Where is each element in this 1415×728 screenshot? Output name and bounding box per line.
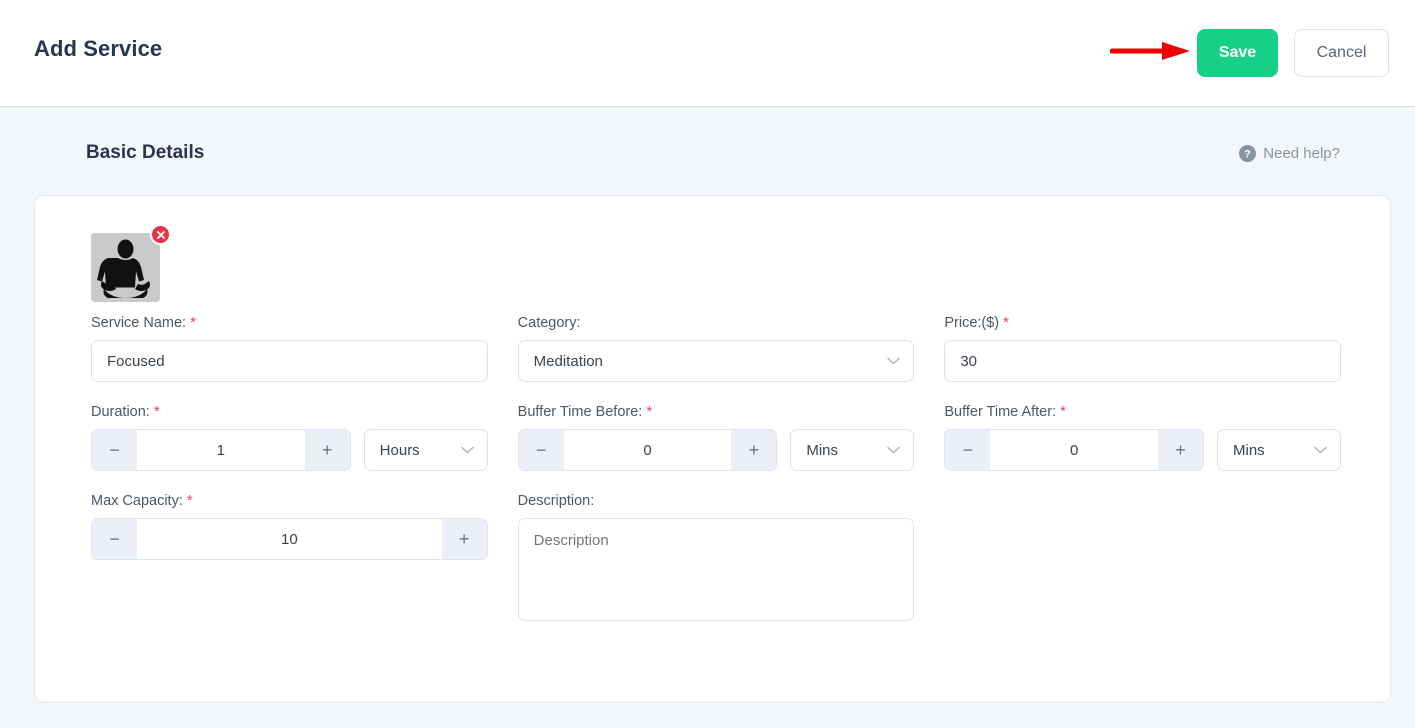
field-duration: Duration: * − 1 + Hours bbox=[91, 403, 488, 471]
duration-decrement-button[interactable]: − bbox=[92, 430, 137, 470]
required-marker: * bbox=[646, 403, 653, 420]
meditation-pose-image bbox=[91, 233, 160, 302]
duration-value[interactable]: 1 bbox=[137, 430, 305, 470]
service-name-input[interactable]: Focused bbox=[91, 340, 488, 382]
duration-controls: − 1 + Hours bbox=[91, 429, 488, 471]
category-label: Category: bbox=[518, 314, 915, 331]
remove-image-button[interactable] bbox=[150, 224, 171, 245]
max-capacity-increment-button[interactable]: + bbox=[441, 519, 487, 559]
save-button[interactable]: Save bbox=[1197, 29, 1278, 77]
required-marker: * bbox=[1003, 314, 1010, 331]
max-capacity-label: Max Capacity: * bbox=[91, 492, 488, 509]
description-textarea[interactable] bbox=[517, 518, 915, 621]
buffer-after-label: Buffer Time After: * bbox=[944, 403, 1341, 420]
max-capacity-stepper: − 10 + bbox=[91, 518, 488, 560]
form-row-3: Max Capacity: * − 10 + Description: bbox=[91, 492, 1341, 626]
buffer-after-label-text: Buffer Time After: bbox=[944, 404, 1057, 420]
buffer-before-decrement-button[interactable]: − bbox=[518, 430, 564, 470]
category-select[interactable]: Meditation bbox=[517, 340, 915, 382]
service-name-label-text: Service Name: bbox=[91, 315, 187, 331]
close-x-icon bbox=[156, 230, 165, 239]
top-bar-actions: Save Cancel bbox=[1197, 29, 1389, 77]
service-form: Service Name: * Focused Category: Medita… bbox=[91, 314, 1342, 647]
buffer-after-value[interactable]: 0 bbox=[990, 430, 1158, 470]
max-capacity-label-text: Max Capacity: bbox=[91, 493, 183, 509]
need-help-link[interactable]: ? Need help? bbox=[1239, 144, 1340, 162]
field-description: Description: bbox=[517, 492, 915, 626]
section-title: Basic Details bbox=[86, 142, 205, 163]
duration-unit-select[interactable]: Hours bbox=[363, 429, 488, 471]
chevron-down-icon bbox=[887, 357, 901, 365]
max-capacity-decrement-button[interactable]: − bbox=[92, 519, 137, 559]
duration-stepper: − 1 + bbox=[91, 429, 351, 471]
section-header: Basic Details ? Need help? bbox=[86, 142, 1340, 164]
duration-increment-button[interactable]: + bbox=[304, 430, 350, 470]
buffer-after-controls: − 0 + Mins bbox=[944, 429, 1342, 471]
svg-text:?: ? bbox=[1244, 148, 1251, 160]
duration-label: Duration: * bbox=[91, 403, 488, 420]
buffer-after-unit-value: Mins bbox=[1233, 441, 1265, 459]
form-row-2: Duration: * − 1 + Hours Buffer Time Befo… bbox=[91, 403, 1342, 471]
buffer-before-unit-value: Mins bbox=[806, 441, 839, 459]
price-label: Price:($) * bbox=[944, 314, 1341, 331]
annotation-arrow-icon bbox=[1110, 42, 1190, 60]
buffer-before-unit-select[interactable]: Mins bbox=[790, 429, 915, 471]
field-buffer-after: Buffer Time After: * − 0 + Mins bbox=[944, 403, 1342, 471]
required-marker: * bbox=[186, 492, 193, 509]
need-help-label: Need help? bbox=[1263, 144, 1340, 162]
form-row-3-spacer bbox=[944, 492, 1341, 626]
required-marker: * bbox=[190, 314, 196, 331]
service-image-thumbnail[interactable] bbox=[91, 224, 171, 304]
content-area: Basic Details ? Need help? Service Name:… bbox=[0, 107, 1415, 728]
buffer-before-stepper: − 0 + bbox=[517, 429, 778, 471]
required-marker: * bbox=[153, 403, 160, 420]
buffer-after-unit-select[interactable]: Mins bbox=[1217, 429, 1342, 471]
field-service-name: Service Name: * Focused bbox=[91, 314, 488, 382]
question-circle-icon: ? bbox=[1239, 144, 1257, 162]
cancel-button[interactable]: Cancel bbox=[1294, 29, 1389, 77]
max-capacity-value[interactable]: 10 bbox=[137, 519, 442, 559]
category-label-text: Category: bbox=[517, 315, 581, 331]
buffer-before-label-text: Buffer Time Before: bbox=[517, 404, 643, 420]
buffer-after-decrement-button[interactable]: − bbox=[945, 430, 991, 470]
buffer-after-stepper: − 0 + bbox=[944, 429, 1205, 471]
price-label-text: Price:($) bbox=[944, 315, 1000, 331]
category-selected-value: Meditation bbox=[533, 352, 603, 370]
field-max-capacity: Max Capacity: * − 10 + bbox=[91, 492, 488, 626]
chevron-down-icon bbox=[887, 446, 901, 454]
chevron-down-icon bbox=[1314, 446, 1327, 454]
top-bar: Add Service Save Cancel bbox=[0, 0, 1415, 107]
field-buffer-before: Buffer Time Before: * − 0 + Mins bbox=[517, 403, 915, 471]
service-name-label: Service Name: * bbox=[91, 314, 488, 331]
description-label: Description: bbox=[518, 492, 915, 509]
duration-label-text: Duration: bbox=[91, 404, 150, 420]
description-label-text: Description: bbox=[517, 493, 595, 509]
buffer-before-value[interactable]: 0 bbox=[564, 430, 732, 470]
page-title: Add Service bbox=[34, 36, 163, 61]
buffer-after-increment-button[interactable]: + bbox=[1158, 430, 1204, 470]
buffer-before-increment-button[interactable]: + bbox=[731, 430, 777, 470]
buffer-before-label: Buffer Time Before: * bbox=[518, 403, 915, 420]
form-row-1: Service Name: * Focused Category: Medita… bbox=[91, 314, 1342, 382]
price-input[interactable]: 30 bbox=[944, 340, 1342, 382]
basic-details-card: Service Name: * Focused Category: Medita… bbox=[34, 195, 1391, 703]
buffer-before-controls: − 0 + Mins bbox=[517, 429, 915, 471]
required-marker: * bbox=[1060, 403, 1066, 420]
field-category: Category: Meditation bbox=[517, 314, 915, 382]
duration-unit-value: Hours bbox=[379, 441, 420, 459]
field-price: Price:($) * 30 bbox=[944, 314, 1342, 382]
chevron-down-icon bbox=[460, 446, 474, 454]
